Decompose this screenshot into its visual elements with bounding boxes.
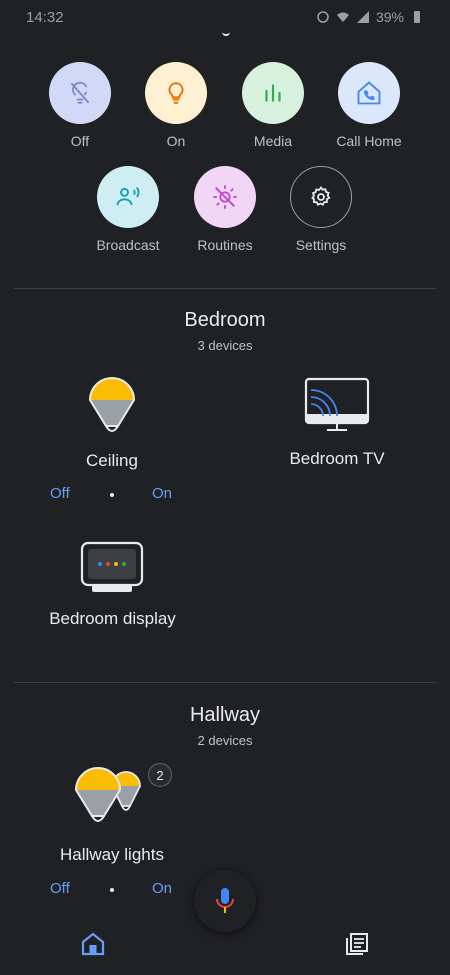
- device-name: Bedroom display: [49, 609, 176, 628]
- action-call-home-circle[interactable]: [338, 62, 400, 124]
- home-icon[interactable]: [80, 931, 106, 957]
- action-media[interactable]: Media: [223, 62, 323, 149]
- light-group-icon: [74, 767, 141, 822]
- feed-icon[interactable]: [344, 931, 370, 957]
- device-name: Bedroom TV: [289, 449, 385, 468]
- routines-sun-icon: [213, 185, 237, 209]
- action-media-label: Media: [253, 133, 293, 149]
- ceiling-off-button[interactable]: Off: [50, 485, 70, 502]
- ceiling-light-icon: [88, 377, 136, 432]
- smart-display-icon: [80, 541, 144, 592]
- ceiling-toggle-row: Off On: [0, 485, 450, 505]
- assistant-mic-button[interactable]: [194, 870, 256, 932]
- battery-percent: 39%: [375, 9, 404, 25]
- cast-tv-icon: [304, 377, 370, 431]
- action-off-label: Off: [70, 133, 90, 149]
- battery-icon: [414, 11, 420, 23]
- action-settings[interactable]: Settings: [271, 166, 371, 253]
- separator-dot: [110, 888, 114, 892]
- action-broadcast[interactable]: Broadcast: [78, 166, 178, 253]
- action-on-circle[interactable]: [145, 62, 207, 124]
- device-name: Ceiling: [86, 451, 138, 470]
- call-home-icon: [357, 81, 381, 105]
- room-title-bedroom[interactable]: Bedroom: [0, 309, 450, 332]
- equalizer-icon: [265, 84, 281, 102]
- lightbulb-off-icon: [70, 81, 90, 104]
- action-media-circle[interactable]: [242, 62, 304, 124]
- device-ceiling[interactable]: Ceiling: [52, 370, 172, 471]
- wifi-icon: [336, 12, 349, 22]
- home-title-fragment: [222, 24, 230, 36]
- room-title-hallway[interactable]: Hallway: [0, 704, 450, 727]
- lightbulb-icon: [168, 82, 184, 104]
- device-bedroom-display[interactable]: [52, 540, 172, 599]
- action-routines[interactable]: Routines: [175, 166, 275, 253]
- divider: [14, 288, 436, 289]
- action-broadcast-label: Broadcast: [96, 237, 160, 253]
- action-routines-circle[interactable]: [194, 166, 256, 228]
- hallway-off-button[interactable]: Off: [50, 880, 70, 897]
- action-broadcast-circle[interactable]: [97, 166, 159, 228]
- room-device-count: 2 devices: [197, 733, 253, 748]
- device-bedroom-tv[interactable]: Bedroom TV: [277, 376, 397, 469]
- room-device-count: 3 devices: [197, 338, 253, 353]
- gear-icon: [311, 185, 331, 206]
- ceiling-on-button[interactable]: On: [152, 485, 172, 502]
- action-call-home[interactable]: Call Home: [319, 62, 419, 149]
- status-icons: 39%: [316, 9, 424, 25]
- action-off[interactable]: Off: [30, 62, 130, 149]
- action-on-label: On: [166, 133, 186, 149]
- hallway-on-button[interactable]: On: [152, 880, 172, 897]
- action-routines-label: Routines: [197, 237, 253, 253]
- broadcast-icon: [116, 187, 140, 206]
- action-settings-label: Settings: [295, 237, 347, 253]
- nfc-icon: [317, 11, 329, 23]
- action-off-circle[interactable]: [49, 62, 111, 124]
- action-call-home-label: Call Home: [336, 133, 402, 149]
- device-name: Hallway lights: [60, 845, 164, 864]
- device-count-badge: 2: [148, 763, 172, 787]
- action-settings-circle[interactable]: [290, 166, 352, 228]
- separator-dot: [110, 493, 114, 497]
- action-on[interactable]: On: [126, 62, 226, 149]
- signal-icon: [356, 11, 369, 23]
- divider: [14, 682, 436, 683]
- status-time: 14:32: [26, 9, 64, 26]
- mic-icon: [216, 888, 234, 913]
